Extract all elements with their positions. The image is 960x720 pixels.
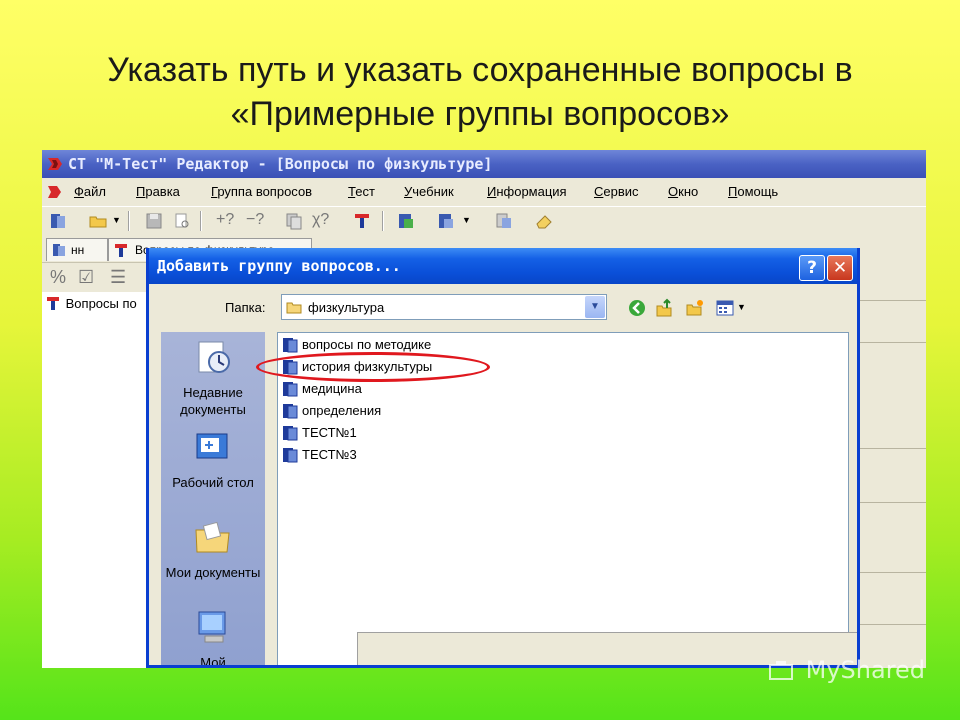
file-name: определения [302,403,382,418]
test-icon [47,297,59,310]
my-computer-icon [198,611,226,643]
watermark-text: MyShared [805,656,926,684]
app-menu-icon[interactable] [46,184,64,200]
slide-title-line1: Указать путь и указать сохраненные вопро… [107,51,853,89]
question-file-icon [283,448,298,463]
file-list: вопросы по методике история физкультуры … [277,332,849,665]
app-title: СТ "М-Тест" Редактор - [Вопросы по физку… [68,155,493,173]
test-icon [115,244,127,257]
new-folder-icon[interactable] [685,298,705,318]
menubar: Файл Правка Группа вопросов Тест Учебник… [42,180,926,204]
menu-window[interactable]: Окно [668,180,698,204]
recent-documents-icon [198,341,230,373]
open-folder-icon[interactable] [88,211,108,231]
test-icon[interactable] [352,211,372,231]
file-name: медицина [302,381,362,396]
slide-title-line2: «Примерные группы вопросов» [230,95,730,133]
question-file-icon [283,338,298,353]
preview-icon[interactable] [172,211,192,231]
toolbar-separator [128,211,130,231]
properties-panel [854,262,926,668]
menu-edit[interactable]: Правка [136,180,180,204]
tree-item-label: Вопросы по [65,296,137,311]
view-menu-icon[interactable] [715,298,735,318]
panel-divider [854,502,926,503]
menu-service[interactable]: Сервис [594,180,639,204]
place-my-documents[interactable]: Мои документы [161,518,265,588]
toolbar-separator [382,211,384,231]
menu-help[interactable]: Помощь [728,180,778,204]
place-recent-documents-label: Недавние документы [180,385,246,417]
dialog-title: Добавить группу вопросов... [157,257,401,275]
watermark: MyShared [768,656,925,684]
eraser-icon[interactable] [534,211,554,231]
toolbar-separator [200,211,202,231]
tree-item-questions[interactable]: Вопросы по [46,296,137,311]
question-tree: Вопросы по [42,292,153,668]
place-my-computer-label: Мой [200,655,226,668]
file-name: ТЕСТ№1 [302,425,357,440]
places-bar: Недавние документы Рабочий стол Мои доку… [161,332,265,668]
menu-test[interactable]: Тест [348,180,375,204]
import-icon[interactable] [436,211,456,231]
chevron-down-icon[interactable]: ▼ [585,296,605,318]
app-titlebar: СТ "М-Тест" Редактор - [Вопросы по физку… [42,150,926,178]
up-folder-icon[interactable] [655,298,675,318]
app-logo-icon [48,158,62,170]
folder-icon [286,302,302,314]
place-desktop-label: Рабочий стол [172,475,254,490]
place-my-computer[interactable]: Мой [161,608,265,668]
question-x-icon[interactable]: χ? [312,211,332,231]
watermark-logo-icon [769,661,793,680]
file-name: ТЕСТ№3 [302,447,357,462]
folder-label: Папка: [225,300,266,315]
panel-divider [854,572,926,573]
help-button[interactable]: ? [799,255,825,281]
folder-value: физкультура [308,300,385,315]
menu-textbook[interactable]: Учебник [404,180,454,204]
slide-title: Указать путь и указать сохраненные вопро… [0,48,960,136]
folder-select[interactable]: физкультура ▼ [281,294,607,320]
chevron-down-icon[interactable]: ▼ [112,215,121,225]
chevron-down-icon[interactable]: ▼ [462,215,471,225]
add-question-group-dialog: Добавить группу вопросов... ? ✕ Папка: ф… [146,248,860,668]
percent-icon[interactable]: % [50,267,66,288]
book-icon[interactable] [48,211,68,231]
properties-icon[interactable] [494,211,514,231]
question-file-icon [283,404,298,419]
panel-divider [854,342,926,343]
main-toolbar: ▼ +? −? χ? ▼ [42,206,926,235]
save-icon[interactable] [144,211,164,231]
my-documents-icon [195,521,230,553]
tab-nn[interactable]: нн [46,238,108,261]
menu-question-group[interactable]: Группа вопросов [211,180,312,204]
panel-divider [854,448,926,449]
desktop-icon [196,433,228,459]
back-icon[interactable] [627,298,647,318]
place-desktop[interactable]: Рабочий стол [161,428,265,498]
question-file-icon [283,426,298,441]
highlight-ellipse [256,352,490,382]
place-recent-documents[interactable]: Недавние документы [161,332,265,422]
panel-divider [854,300,926,301]
question-file-icon [283,382,298,397]
remove-question-icon[interactable]: −? [246,211,266,231]
export-icon[interactable] [396,211,416,231]
chevron-down-icon[interactable]: ▼ [737,302,746,312]
check-icon[interactable]: ☑ [78,267,94,288]
menu-information[interactable]: Информация [487,180,567,204]
place-my-documents-label: Мои документы [165,565,261,580]
menu-file[interactable]: Файл [74,180,106,204]
book-icon [53,244,65,256]
close-button[interactable]: ✕ [827,255,853,281]
copy-icon[interactable] [284,211,304,231]
add-question-icon[interactable]: +? [216,211,236,231]
list-icon[interactable]: ☰ [110,267,126,288]
dialog-titlebar: Добавить группу вопросов... ? ✕ [149,248,857,284]
tab-nn-label: нн [71,243,85,257]
panel-divider [854,624,926,625]
